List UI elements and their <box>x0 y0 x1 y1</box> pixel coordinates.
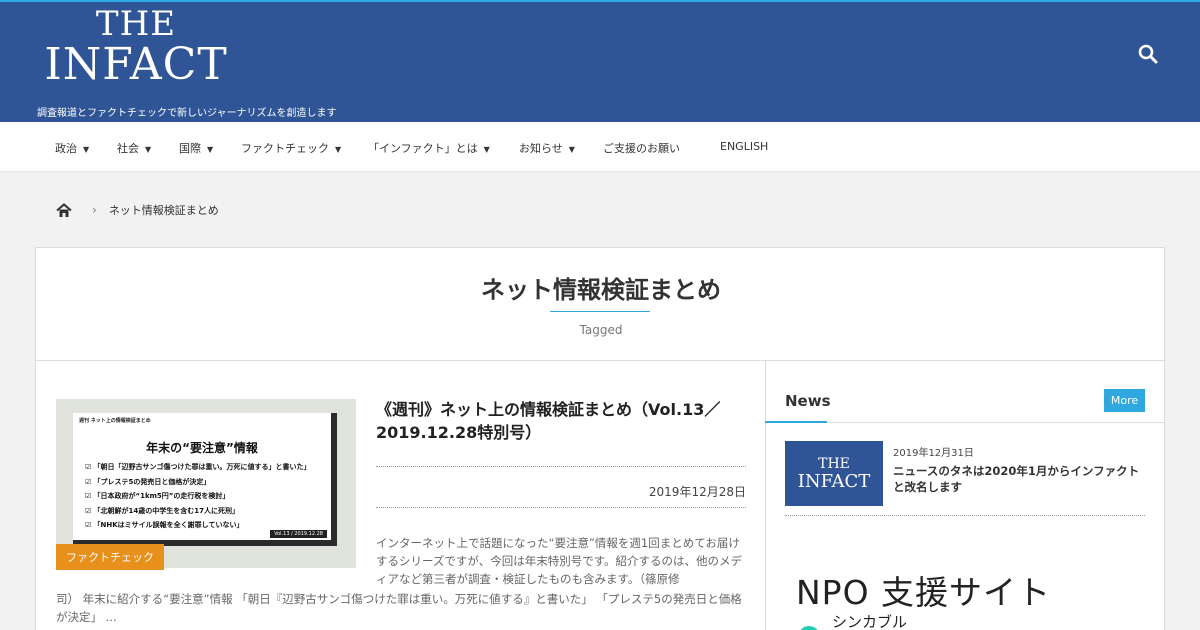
banner-logo-icon <box>798 626 820 630</box>
thumbnail-line: 「北朝鮮が14歳の中学生を含む17人に死刑」 <box>85 504 311 519</box>
caret-down-icon: ▼ <box>207 145 214 154</box>
nav-label: お知らせ <box>519 142 563 155</box>
post-thumbnail[interactable]: 週刊 ネット上の情報検証まとめ 年末の“要注意”情報 「朝日「辺野古サンゴ傷つけ… <box>56 399 356 568</box>
thumbnail-line: 「朝日「辺野古サンゴ傷つけた罪は重い。万死に値する」と書いた」 <box>85 460 311 475</box>
nav-item-news[interactable]: お知らせ ▼ <box>519 140 575 156</box>
caret-down-icon: ▼ <box>483 145 490 154</box>
post-title-link[interactable]: 《週刊》ネット上の情報検証まとめ（Vol.13／2019.12.28特別号） <box>376 398 746 444</box>
archive-subtitle: Tagged <box>579 323 623 337</box>
thumbnail-line: 「プレステ5の発売日と価格が決定」 <box>85 475 311 490</box>
divider <box>785 515 1145 516</box>
nav-item-factcheck[interactable]: ファクトチェック ▼ <box>241 140 341 156</box>
nav-label: 「インファクト」とは <box>368 142 478 155</box>
caret-down-icon: ▼ <box>335 145 342 154</box>
thumbnail-kicker: 週刊 ネット上の情報検証まとめ <box>79 418 151 424</box>
nav-item-society[interactable]: 社会 ▼ <box>117 140 151 156</box>
thumbnail-panel: 週刊 ネット上の情報検証まとめ 年末の“要注意”情報 「朝日「辺野古サンゴ傷つけ… <box>73 413 337 546</box>
news-headline-link[interactable]: ニュースのタネは2020年1月からインファクトと改名します <box>893 463 1148 495</box>
site-tagline: 調査報道とファクトチェックで新しいジャーナリズムを創造します <box>37 108 337 119</box>
nav-label: 社会 <box>117 142 139 155</box>
site-header: THE INFACT 調査報道とファクトチェックで新しいジャーナリズムを創造しま… <box>0 0 1200 122</box>
divider <box>376 466 746 467</box>
search-button[interactable] <box>1136 42 1160 66</box>
thumbnail-volume: Vol.13 / 2019.12.28 <box>270 530 327 538</box>
npo-banner-subtitle: シンカブル <box>832 613 908 630</box>
post-excerpt: インターネット上で話題になった“要注意”情報を週1回まとめてお届けするシリーズで… <box>376 536 743 586</box>
home-icon[interactable] <box>56 202 72 218</box>
thumbnail-list: 「朝日「辺野古サンゴ傷つけた罪は重い。万死に値する」と書いた」 「プレステ5の発… <box>85 460 311 533</box>
caret-down-icon: ▼ <box>145 145 152 154</box>
nav-item-english[interactable]: ENGLISH <box>720 140 768 153</box>
npo-banner-title[interactable]: NPO 支援サイト <box>796 566 1051 614</box>
news-thumb-line-2: INFACT <box>797 471 871 492</box>
nav-item-about[interactable]: 「インファクト」とは ▼ <box>368 140 490 156</box>
page-title: ネット情報検証まとめ <box>481 276 721 304</box>
sidebar-news-title: News <box>785 392 831 410</box>
nav-label: ご支援のお願い <box>603 142 680 155</box>
thumbnail-line: 「日本政府が“1km5円”の走行税を検討」 <box>85 489 311 504</box>
nav-label: 政治 <box>55 142 77 155</box>
nav-label: 国際 <box>179 142 201 155</box>
column-divider <box>765 360 766 630</box>
post-excerpt-continued: 司） 年末に紹介する“要注意”情報 「朝日『辺野古サンゴ傷つけた罪は重い。万死に… <box>56 592 742 624</box>
caret-down-icon: ▼ <box>568 145 575 154</box>
category-tag[interactable]: ファクトチェック <box>56 544 164 570</box>
thumbnail-heading: 年末の“要注意”情報 <box>146 441 258 455</box>
logo-line-2: INFACT <box>44 39 228 90</box>
divider <box>36 360 1166 361</box>
nav-label: ファクトチェック <box>241 142 329 155</box>
nav-item-politics[interactable]: 政治 ▼ <box>55 140 89 156</box>
breadcrumb-separator: › <box>92 203 97 217</box>
post-date: 2019年12月28日 <box>648 485 746 499</box>
title-underline <box>550 311 650 312</box>
nav-label: ENGLISH <box>720 140 769 153</box>
archive-card: ネット情報検証まとめ Tagged 週刊 ネット上の情報検証まとめ 年末の“要注… <box>35 247 1166 630</box>
caret-down-icon: ▼ <box>83 145 90 154</box>
news-thumbnail[interactable]: THE INFACT <box>785 441 883 506</box>
news-underline <box>765 421 827 423</box>
nav-item-international[interactable]: 国際 ▼ <box>179 140 213 156</box>
breadcrumb-current: ネット情報検証まとめ <box>108 204 219 217</box>
logo-line-1: THE <box>95 4 177 44</box>
breadcrumb: › ネット情報検証まとめ <box>56 200 219 220</box>
news-date: 2019年12月31日 <box>893 448 974 459</box>
divider <box>376 507 746 508</box>
news-thumb-line-1: THE <box>818 456 850 472</box>
main-nav: 政治 ▼ 社会 ▼ 国際 ▼ ファクトチェック ▼ 「インファクト」とは ▼ お知らせ ▼ … <box>0 122 1200 172</box>
search-icon <box>1138 44 1158 64</box>
site-logo[interactable]: THE INFACT <box>36 6 236 88</box>
more-button[interactable]: More <box>1104 389 1145 412</box>
nav-item-support[interactable]: ご支援のお願い <box>603 140 680 156</box>
